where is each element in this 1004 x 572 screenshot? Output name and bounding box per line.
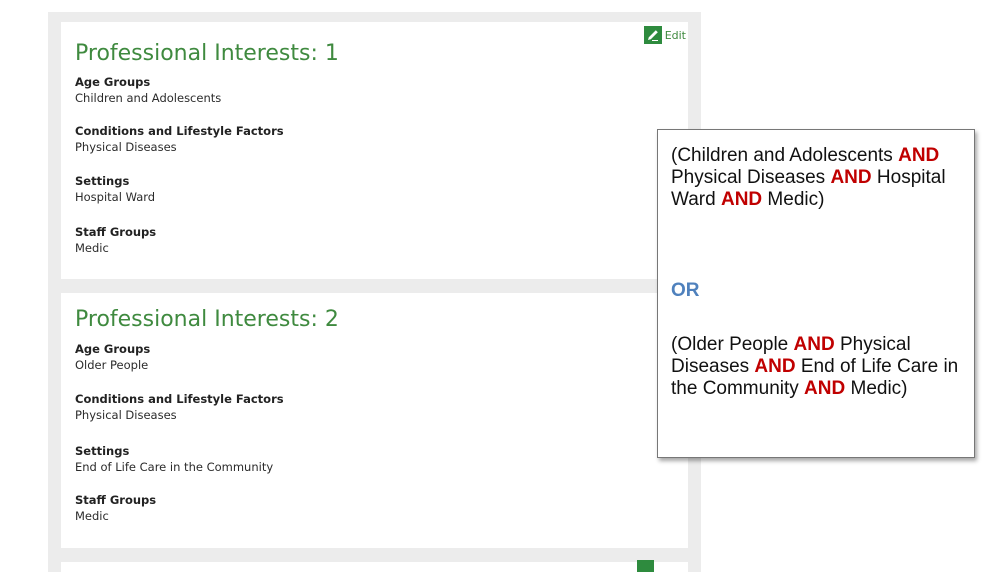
field-age-groups: Age Groups Children and Adolescents [75, 74, 221, 106]
field-label: Age Groups [75, 342, 151, 356]
and-keyword: AND [754, 356, 796, 377]
field-label: Age Groups [75, 75, 151, 89]
pencil-icon[interactable] [637, 560, 654, 572]
field-label: Conditions and Lifestyle Factors [75, 392, 284, 406]
callout-clause-2: (Older People AND Physical Diseases AND … [671, 334, 971, 400]
field-label: Staff Groups [75, 225, 157, 239]
professional-interest-card-2: Professional Interests: 2 Age Groups Old… [61, 293, 688, 548]
field-value: Physical Diseases [75, 408, 177, 422]
and-keyword: AND [830, 167, 872, 188]
field-label: Settings [75, 444, 130, 458]
field-age-groups: Age Groups Older People [75, 341, 150, 373]
field-value: Medic [75, 509, 109, 523]
clause-text: Medic) [845, 378, 908, 399]
edit-button[interactable]: Edit [643, 26, 686, 44]
field-label: Conditions and Lifestyle Factors [75, 124, 284, 138]
field-value: Physical Diseases [75, 140, 177, 154]
field-settings: Settings End of Life Care in the Communi… [75, 443, 273, 475]
clause-text: (Children and Adolescents [671, 145, 899, 166]
field-staff-groups: Staff Groups Medic [75, 224, 156, 256]
field-value: Hospital Ward [75, 190, 156, 204]
and-keyword: AND [793, 334, 835, 355]
field-label: Settings [75, 174, 130, 188]
callout-clause-1: (Children and Adolescents AND Physical D… [671, 145, 971, 211]
edit-label: Edit [664, 28, 686, 42]
clause-text: Physical Diseases [671, 167, 831, 188]
and-keyword: AND [898, 145, 940, 166]
card-title: Professional Interests: 2 [75, 307, 339, 332]
field-value: Children and Adolescents [75, 91, 222, 105]
field-conditions: Conditions and Lifestyle Factors Physica… [75, 391, 284, 423]
field-value: End of Life Care in the Community [75, 460, 274, 474]
callout-or-label: OR [671, 280, 700, 301]
field-conditions: Conditions and Lifestyle Factors Physica… [75, 123, 284, 155]
field-settings: Settings Hospital Ward [75, 173, 155, 205]
field-staff-groups: Staff Groups Medic [75, 492, 156, 524]
professional-interest-card-1: Professional Interests: 1 Edit Age Group… [61, 22, 688, 279]
professional-interest-card-3 [61, 562, 688, 572]
field-value: Medic [75, 241, 109, 255]
and-keyword: AND [804, 378, 846, 399]
clause-text: Medic) [762, 189, 825, 210]
card-title: Professional Interests: 1 [75, 41, 339, 66]
field-value: Older People [75, 358, 149, 372]
and-keyword: AND [720, 189, 763, 210]
field-label: Staff Groups [75, 493, 157, 507]
pencil-icon [643, 26, 662, 44]
clause-text: (Older People [671, 334, 794, 355]
logic-callout: (Children and Adolescents AND Physical D… [657, 129, 975, 458]
